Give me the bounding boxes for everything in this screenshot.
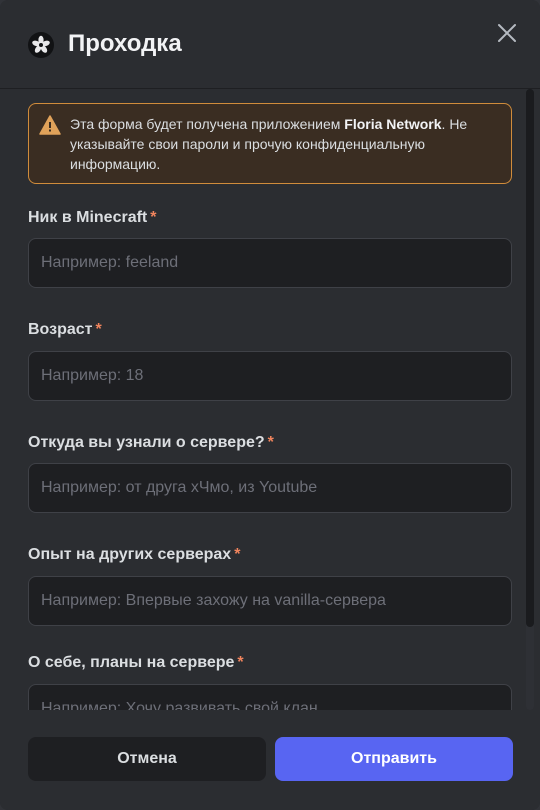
field-label-experience: Опыт на других серверах * (28, 546, 241, 563)
scrollbar-thumb[interactable] (526, 89, 534, 627)
field-label-about: О себе, планы на сервере * (28, 654, 244, 671)
field-label-source: Откуда вы узнали о сервере? * (28, 434, 274, 451)
required-mark: * (234, 546, 241, 563)
form-body: Эта форма будет получена приложением Flo… (0, 89, 540, 710)
modal-header: Проходка (0, 0, 540, 88)
experience-input[interactable] (28, 576, 512, 626)
nickname-input[interactable] (28, 238, 512, 288)
warning-text: Эта форма будет получена приложением Flo… (70, 116, 468, 172)
privacy-warning: Эта форма будет получена приложением Flo… (28, 103, 512, 184)
required-mark: * (267, 434, 274, 451)
close-icon (498, 24, 516, 42)
source-input[interactable] (28, 463, 512, 513)
required-mark: * (237, 654, 244, 671)
modal-title: Проходка (68, 30, 182, 57)
warning-icon (39, 115, 61, 135)
app-name: Floria Network (344, 116, 442, 132)
field-label-nickname: Ник в Minecraft * (28, 209, 157, 226)
submit-button[interactable]: Отправить (275, 737, 513, 781)
modal-footer: Отмена Отправить (0, 710, 540, 810)
age-input[interactable] (28, 351, 512, 401)
required-mark: * (95, 321, 102, 338)
cancel-button[interactable]: Отмена (28, 737, 266, 781)
modal-dialog: Проходка Эта форма будет получена прилож… (0, 0, 540, 810)
flower-icon (28, 32, 54, 58)
about-input[interactable] (28, 684, 512, 710)
field-label-age: Возраст * (28, 321, 102, 338)
close-button[interactable] (494, 20, 520, 46)
required-mark: * (150, 209, 157, 226)
